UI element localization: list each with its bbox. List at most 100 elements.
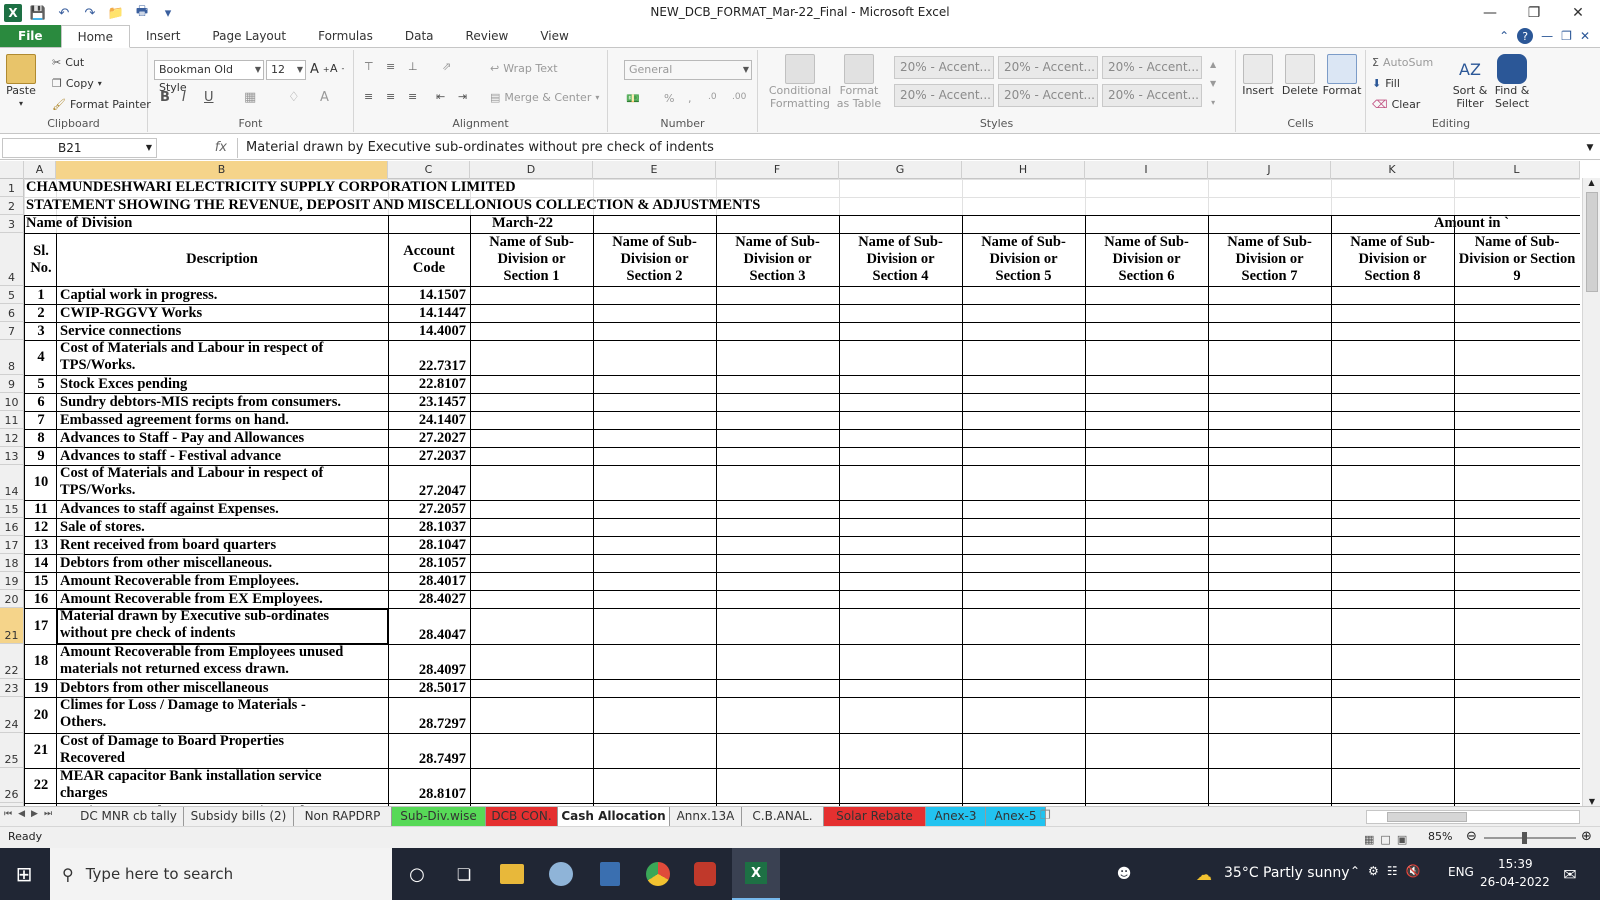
description-cell[interactable]: Cost of Materials and Labour in respect … [60, 340, 386, 375]
underline-icon[interactable]: U [204, 90, 214, 105]
account-code-cell[interactable]: 28.4027 [390, 590, 466, 608]
copy-button[interactable]: ❐ Copy ▾ [52, 77, 102, 90]
task-view-icon[interactable]: ❏ [450, 860, 478, 888]
row-header[interactable]: 20 [0, 590, 24, 608]
row-header[interactable]: 9 [0, 375, 24, 393]
clear-button[interactable]: ⌫ Clear [1372, 98, 1420, 111]
description-cell[interactable]: Advances to Staff - Pay and Allowances [60, 429, 386, 447]
scroll-down-icon[interactable]: ▼ [1583, 797, 1600, 806]
row-header[interactable]: 19 [0, 572, 24, 590]
align-center-icon[interactable]: ≡ [386, 90, 395, 103]
align-top-icon[interactable]: ⊤ [364, 60, 374, 73]
italic-icon[interactable]: I [182, 90, 186, 105]
sheet-nav-icons[interactable]: ⏮◀▶⏭ [4, 809, 58, 819]
zoom-out-icon[interactable]: ⊖ [1466, 827, 1477, 847]
language-indicator[interactable]: ENG [1448, 865, 1474, 879]
horizontal-scrollbar[interactable] [1366, 810, 1580, 824]
fill-button[interactable]: ⬇ Fill [1372, 77, 1400, 90]
account-code-cell[interactable]: 27.2047 [390, 465, 466, 500]
sheet-tab[interactable]: Subsidy bills (2) [184, 807, 294, 826]
row-header[interactable]: 14 [0, 465, 24, 500]
windows-start-icon[interactable]: ⊞ [10, 860, 38, 888]
open-folder-icon[interactable]: 📁 [106, 4, 126, 22]
hscroll-thumb[interactable] [1387, 812, 1467, 822]
cut-button[interactable]: ✂ Cut [52, 56, 84, 69]
sl-no-cell[interactable]: 14 [26, 554, 56, 572]
zoom-in-icon[interactable]: ⊕ [1581, 827, 1592, 847]
tab-home[interactable]: Home [60, 25, 130, 48]
sl-no-cell[interactable]: 12 [26, 518, 56, 536]
sheet-tab[interactable]: Cash Allocation [558, 807, 670, 826]
account-code-cell[interactable]: 28.4097 [390, 644, 466, 679]
column-header-i[interactable]: I [1085, 161, 1208, 179]
description-cell[interactable]: Captial work in progress. [60, 286, 386, 304]
row-header[interactable]: 4 [0, 233, 24, 286]
row-header[interactable]: 3 [0, 215, 24, 233]
row-header[interactable]: 5 [0, 286, 24, 304]
tab-page-layout[interactable]: Page Layout [196, 25, 302, 47]
clock-date[interactable]: 26-04-2022 [1480, 875, 1550, 889]
align-bottom-icon[interactable]: ⊥ [408, 60, 418, 73]
cell-style-1[interactable]: 20% - Accent... [894, 56, 994, 79]
formula-input[interactable]: Material drawn by Executive sub-ordinate… [237, 137, 1580, 158]
account-code-cell[interactable]: 27.2037 [390, 447, 466, 465]
format-painter-button[interactable]: 🖌 Format Painter [52, 98, 151, 111]
column-header-a[interactable]: A [24, 161, 56, 179]
doc-close-icon[interactable]: ✕ [1580, 29, 1590, 43]
description-cell[interactable]: Debtors from other miscellaneous. [60, 554, 386, 572]
undo-icon[interactable]: ↶ [54, 4, 74, 22]
description-cell[interactable]: Sundry debtors-MIS recipts from consumer… [60, 393, 386, 411]
sheet-tab[interactable]: Sub-Div.wise [392, 807, 486, 826]
tab-file[interactable]: File [0, 25, 61, 47]
sl-no-cell[interactable]: 9 [26, 447, 56, 465]
column-header-f[interactable]: F [716, 161, 839, 179]
sl-no-cell[interactable]: 13 [26, 536, 56, 554]
row-header[interactable]: 15 [0, 500, 24, 518]
row-header[interactable]: 7 [0, 322, 24, 340]
sl-no-cell[interactable]: 22 [26, 768, 56, 803]
delete-cells-button[interactable]: Delete [1282, 54, 1318, 97]
sl-no-cell[interactable]: 6 [26, 393, 56, 411]
notification-icon[interactable]: ✉ [1556, 860, 1584, 888]
sl-no-cell[interactable]: 2 [26, 304, 56, 322]
font-size-select[interactable]: 12 ▼ [266, 60, 306, 80]
tab-review[interactable]: Review [450, 25, 525, 47]
account-code-cell[interactable]: 14.4007 [390, 322, 466, 340]
excel-logo-icon[interactable]: X [4, 4, 22, 22]
description-cell[interactable]: Amount Recoverable from Employees unused… [60, 644, 386, 679]
collapse-ribbon-icon[interactable]: ⌃ [1499, 29, 1509, 43]
row-header[interactable]: 21 [0, 608, 24, 644]
sheet-tab[interactable]: C.B.ANAL. [742, 807, 824, 826]
clock-time[interactable]: 15:39 [1498, 857, 1533, 871]
amount-label[interactable]: Amount in ` [1434, 215, 1580, 233]
header-subdivision-5[interactable]: Name of Sub-Division or Section 5 [966, 233, 1081, 286]
account-code-cell[interactable]: 27.2027 [390, 429, 466, 447]
save-icon[interactable]: 💾 [28, 4, 48, 22]
cell-style-2[interactable]: 20% - Accent... [998, 56, 1098, 79]
row-header[interactable]: 6 [0, 304, 24, 322]
restore-icon[interactable]: ❐ [1512, 0, 1556, 26]
app-icon[interactable] [694, 862, 716, 886]
division-label[interactable]: Name of Division [26, 215, 326, 233]
header-account-code[interactable]: Account Code [390, 233, 468, 286]
sheet-tab[interactable]: Solar Rebate [824, 807, 926, 826]
sl-no-cell[interactable]: 20 [26, 697, 56, 733]
help-icon[interactable]: ? [1517, 28, 1534, 44]
description-cell[interactable]: Sale of stores. [60, 518, 386, 536]
excel-taskbar-button[interactable]: X [732, 848, 780, 900]
column-header-c[interactable]: C [388, 161, 470, 179]
tab-formulas[interactable]: Formulas [302, 25, 389, 47]
increase-decimal-icon[interactable]: .0 [708, 92, 717, 102]
wrap-text-button[interactable]: ↩ Wrap Text [490, 62, 558, 75]
sheet-tab[interactable]: Annx.13A [670, 807, 742, 826]
description-cell[interactable]: Stock Exces pending [60, 375, 386, 393]
conditional-formatting-button[interactable]: Conditional Formatting [769, 54, 831, 110]
customize-qa-icon[interactable]: ▾ [158, 4, 178, 22]
description-cell[interactable]: Amount Recoverable from Employees. [60, 572, 386, 590]
account-code-cell[interactable]: 28.5017 [390, 679, 466, 697]
page-break-view-icon[interactable]: ▣ [1397, 830, 1407, 850]
account-code-cell[interactable]: 14.1507 [390, 286, 466, 304]
grow-font-icon[interactable]: A + [310, 62, 330, 77]
row-header[interactable]: 10 [0, 393, 24, 411]
sort-filter-button[interactable]: AZ Sort & Filter [1450, 54, 1490, 110]
